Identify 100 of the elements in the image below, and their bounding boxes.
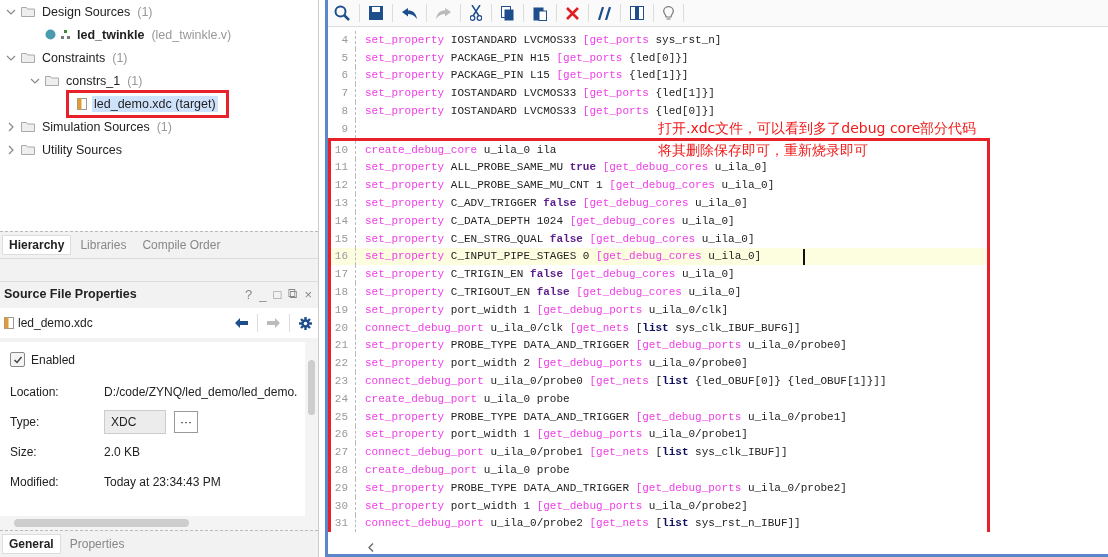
property-value: 2.0 KB [104,445,141,459]
line-number: 19 [333,303,348,316]
line-number: 15 [333,232,348,245]
item-count: (1) [112,50,128,65]
code-line: set_property IOSTANDARD LVCMOS33 [get_ports sys_rst_n] [365,33,722,46]
code-line: set_property port_width 2 [get_debug_ports u_ila_0/probe0] [365,357,748,370]
hierarchy-icon [61,30,70,39]
file-icon [4,317,14,329]
property-label: Size: [10,445,38,459]
code-line: set_property ALL_PROBE_SAME_MU_CNT 1 [get_debug_cores u_ila_0] [365,179,775,192]
line-number: 27 [333,446,348,459]
checkbox[interactable] [10,352,25,367]
browse-button[interactable]: ··· [174,411,198,433]
code-line: connect_debug_port u_ila_0/probe2 [get_nets [list sys_rst_n_IBUF]] [365,517,801,530]
panel-tab[interactable]: General [2,534,61,554]
item-count: (1) [137,4,153,19]
line-number: 8 [340,105,348,118]
folder-icon [21,52,35,63]
line-number: 10 [333,143,348,156]
line-number: 22 [333,357,348,370]
copy-icon[interactable] [501,5,514,21]
code-line: set_property PROBE_TYPE DATA_AND_TRIGGER [get_debug_ports u_ila_0/probe0] [365,339,847,352]
code-line: set_property C_INPUT_PIPE_STAGES 0 [get_debug_cores u_ila_0] [365,250,762,263]
paste-icon[interactable] [533,5,547,21]
line-number: 17 [333,268,348,281]
line-number: 16 [333,250,348,263]
folder-icon [21,121,35,132]
property-label: Type: [10,415,41,429]
line-number: 31 [333,517,348,530]
file-name: (led_twinkle.v) [151,27,232,42]
line-number: 9 [340,122,348,135]
type-field[interactable]: XDC [104,410,166,434]
code-line: set_property C_TRIGOUT_EN false [get_debug_cores u_ila_0] [365,286,742,299]
line-number: 20 [333,321,348,334]
file-name: led_demo.xdc [18,316,94,330]
code-line: connect_debug_port u_ila_0/probe1 [get_nets [list sys_clk_IBUF]] [365,446,788,459]
line-number: 12 [333,179,348,192]
checkmark-icon [12,354,23,365]
annotation-text: 打开.xdc文件，可以看到多了debug core部分代码 将其删除保存即可，重新烧录即可 [658,120,977,158]
tree-item[interactable]: Constraints [40,49,108,66]
comment-icon[interactable] [598,6,611,20]
code-line: set_property PACKAGE_PIN H15 [get_ports {led[0]}] [365,51,689,64]
line-number: 21 [333,339,348,352]
panel-title: Source File Properties [4,287,137,301]
chevron-icon[interactable] [6,121,16,132]
tree-item[interactable]: Design Sources [40,3,133,20]
settings-icon[interactable] [299,316,312,330]
item-count: (1) [127,73,143,88]
code-line: set_property IOSTANDARD LVCMOS33 [get_ports {led[0]}] [365,105,715,118]
code-line: connect_debug_port u_ila_0/clk [get_nets [list sys_clk_IBUF_BUFG]] [365,321,801,334]
code-line: create_debug_core u_ila_0 ila [365,143,557,156]
code-line: set_property C_TRIGIN_EN false [get_debug_cores u_ila_0] [365,268,735,281]
tree-item[interactable]: Simulation Sources [40,118,152,135]
checkbox-label: Enabled [31,352,76,367]
line-number: 14 [333,214,348,227]
tree-item[interactable]: Utility Sources [40,141,124,158]
file-icon [77,97,87,110]
line-number: 7 [340,87,348,100]
folder-icon [21,144,35,155]
property-value: Today at 23:34:43 PM [104,475,221,489]
text-cursor [803,248,805,265]
property-label: Location: [10,385,60,399]
line-number: 30 [333,499,348,512]
back-arrow-icon[interactable] [235,318,248,328]
folder-icon [21,6,35,17]
tree-item[interactable]: led_demo.xdc (target) [92,95,218,112]
code-line: set_property port_width 1 [get_debug_ports u_ila_0/probe1] [365,428,748,441]
code-line: set_property C_DATA_DEPTH 1024 [get_debug_cores u_ila_0] [365,214,735,227]
line-number: 29 [333,481,348,494]
status-dot-icon [45,29,56,40]
code-line: connect_debug_port u_ila_0/probe0 [get_nets [list {led_OBUF[0]} {led_OBUF[1]}]] [365,375,887,388]
tree-item[interactable]: constrs_1 [64,72,123,89]
code-line: set_property PROBE_TYPE DATA_AND_TRIGGER [get_debug_ports u_ila_0/probe1] [365,410,847,423]
search-icon[interactable] [334,5,350,21]
code-line: create_debug_port u_ila_0 probe [365,392,570,405]
line-number: 13 [333,197,348,210]
delete-icon[interactable] [566,6,579,20]
columns-icon[interactable] [630,6,644,20]
lightbulb-icon[interactable] [663,5,674,21]
chevron-icon[interactable] [6,144,16,155]
line-number: 4 [340,33,348,46]
code-line: set_property ALL_PROBE_SAME_MU true [get_debug_cores u_ila_0] [365,161,768,174]
property-label: Modified: [10,475,60,489]
window-control-button[interactable]: □ [271,286,284,302]
line-number: 11 [333,161,348,174]
panel-tab[interactable]: Hierarchy [2,235,72,255]
code-line: set_property C_EN_STRG_QUAL false [get_debug_cores u_ila_0] [365,232,755,245]
undo-icon[interactable] [402,7,417,19]
code-line: set_property port_width 1 [get_debug_ports u_ila_0/probe2] [365,499,748,512]
scroll-left-icon[interactable] [368,542,374,552]
code-line: set_property C_ADV_TRIGGER false [get_debug_cores u_ila_0] [365,197,748,210]
code-line: create_debug_port u_ila_0 probe [365,464,570,476]
property-value: D:/code/ZYNQ/led_demo/led_demo. [104,385,298,399]
code-line: set_property port_width 1 [get_debug_ports u_ila_0/clk] [365,303,729,316]
item-count: (1) [156,119,172,134]
save-icon[interactable] [369,6,383,20]
line-number: 28 [333,464,348,476]
line-number: 5 [340,51,348,64]
cut-icon[interactable] [470,5,482,21]
tree-item[interactable]: led_twinkle [75,26,147,43]
